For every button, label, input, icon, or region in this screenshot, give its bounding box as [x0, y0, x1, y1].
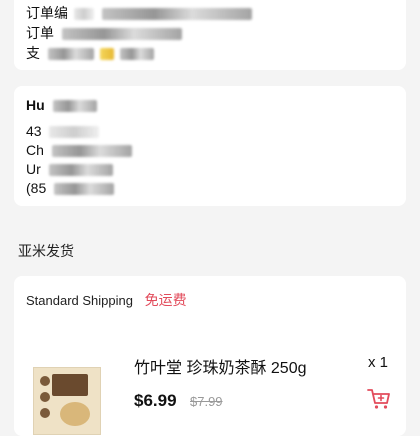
product-image-dot — [40, 392, 50, 402]
address-line-3-text: Ur — [26, 161, 41, 177]
add-to-cart-icon — [367, 389, 390, 409]
phone-line: (85 — [26, 179, 115, 197]
address-line-2-text: Ch — [26, 142, 44, 158]
redacted-text — [73, 8, 94, 21]
shipping-address-card[interactable]: Hu 43 Ch Ur (85 — [14, 86, 406, 206]
order-number-label: 订单编 — [26, 5, 68, 21]
order-time-label: 订单 — [26, 25, 54, 41]
address-line-1: 43 — [26, 122, 100, 140]
shipping-method-row: Standard Shipping 免运费 — [26, 290, 187, 310]
address-line-1-text: 43 — [26, 123, 42, 139]
order-time-row: 订单 — [26, 24, 182, 42]
redacted-text — [48, 164, 113, 177]
redacted-text — [49, 126, 100, 139]
product-image-panel — [52, 374, 88, 396]
product-title[interactable]: 竹叶堂 珍珠奶茶酥 250g — [134, 354, 307, 378]
add-to-cart-button[interactable] — [366, 386, 392, 412]
order-number-row: 订单编 — [26, 4, 252, 22]
redacted-text — [52, 100, 97, 113]
redacted-text — [101, 8, 252, 21]
address-line-3: Ur — [26, 160, 113, 178]
recipient-name-text: Hu — [26, 97, 45, 113]
free-shipping-badge: 免运费 — [144, 292, 187, 308]
order-info-card: 订单编 订单 支 — [14, 0, 406, 70]
product-image-dot — [40, 408, 50, 418]
payment-row: 支 — [26, 44, 154, 62]
product-price: $6.99 — [134, 391, 177, 410]
shipping-method: Standard Shipping — [26, 293, 133, 308]
address-line-2: Ch — [26, 141, 132, 159]
payment-label: 支 — [26, 45, 40, 61]
section-title: 亚米发货 — [18, 243, 74, 259]
redacted-text — [47, 48, 94, 61]
redacted-text — [61, 28, 182, 41]
recipient-name: Hu — [26, 96, 97, 114]
redacted-text — [119, 48, 154, 61]
shipment-card: Standard Shipping 免运费 竹叶堂 珍珠奶茶酥 250g x 1… — [14, 276, 406, 436]
product-original-price: $7.99 — [190, 394, 223, 409]
product-quantity: x 1 — [367, 354, 388, 371]
product-thumbnail[interactable] — [33, 367, 101, 435]
redacted-text — [99, 48, 114, 61]
product-image-cake — [60, 402, 90, 426]
product-image-dot — [40, 376, 50, 386]
redacted-text — [51, 145, 132, 158]
phone-text: (85 — [26, 180, 47, 196]
redacted-text — [54, 183, 115, 196]
